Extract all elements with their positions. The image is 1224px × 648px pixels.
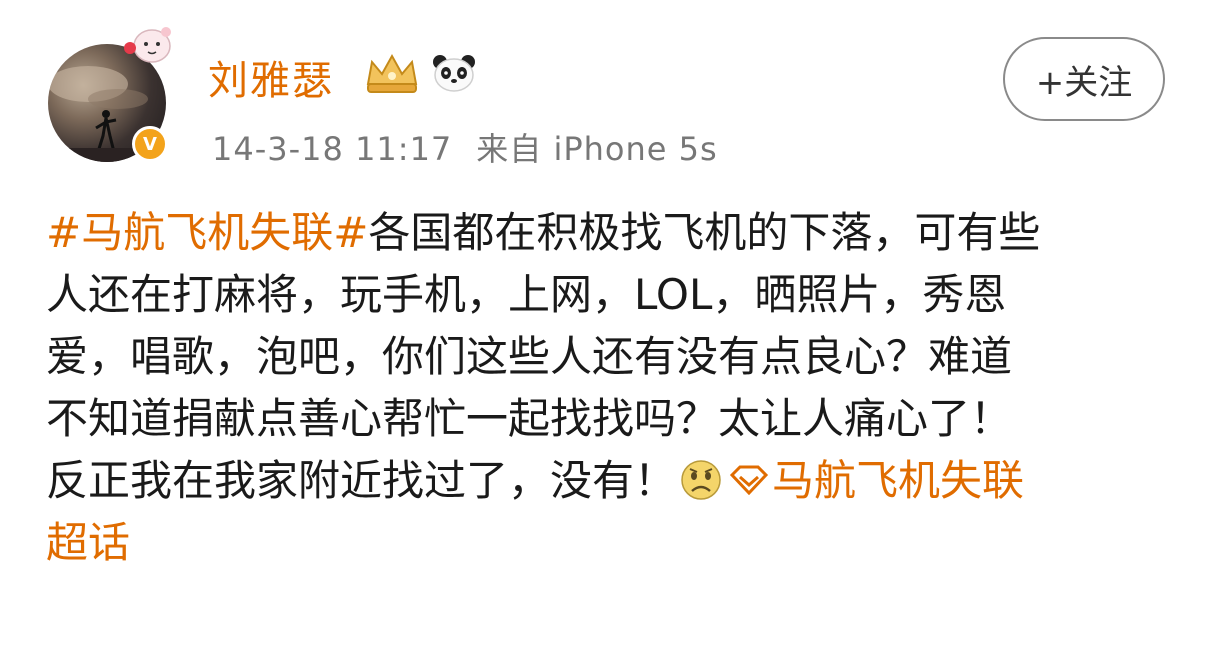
post-meta: 14-3-18 11:17 来自 iPhone 5s <box>212 124 718 170</box>
avatar-decoration-icon <box>124 27 171 63</box>
post-text: 各国都在积极找飞机的下落，可有些 <box>368 208 1041 257</box>
post-line: 反正我在我家附近找过了，没有！ 马航飞机失联 <box>46 450 1196 512</box>
post-line: 爱，唱歌，泡吧，你们这些人还有没有点良心？难道 <box>46 332 1013 381</box>
supertopic-diamond-icon <box>729 465 769 495</box>
post-line: #马航飞机失联#各国都在积极找飞机的下落，可有些 <box>46 202 1196 264</box>
post-line: 人还在打麻将，玩手机，上网，LOL，晒照片，秀恩 <box>46 270 1007 319</box>
hashtag-link[interactable]: #马航飞机失联# <box>46 208 368 257</box>
sad-face-emoji-icon <box>681 460 721 500</box>
crown-icon <box>366 53 418 93</box>
panda-icon <box>433 55 475 92</box>
post-body: #马航飞机失联#各国都在积极找飞机的下落，可有些 人还在打麻将，玩手机，上网，L… <box>46 202 1196 574</box>
supertopic-link[interactable]: 马航飞机失联 <box>728 456 1024 505</box>
follow-button[interactable]: +关注 <box>1003 37 1165 121</box>
verified-icon: V <box>132 126 168 162</box>
avatar-container[interactable]: V <box>46 27 176 168</box>
supertopic-suffix[interactable]: 超话 <box>46 512 1196 574</box>
supertopic-label: 马航飞机失联 <box>772 456 1025 505</box>
timestamp[interactable]: 14-3-18 11:17 <box>212 130 452 168</box>
username[interactable]: 刘雅瑟 <box>208 48 334 106</box>
post-source: 来自 iPhone 5s <box>476 130 718 168</box>
post-text: 反正我在我家附近找过了，没有！ <box>46 456 677 505</box>
post-line: 不知道捐献点善心帮忙一起找找吗？太让人痛心了！ <box>46 394 1013 443</box>
